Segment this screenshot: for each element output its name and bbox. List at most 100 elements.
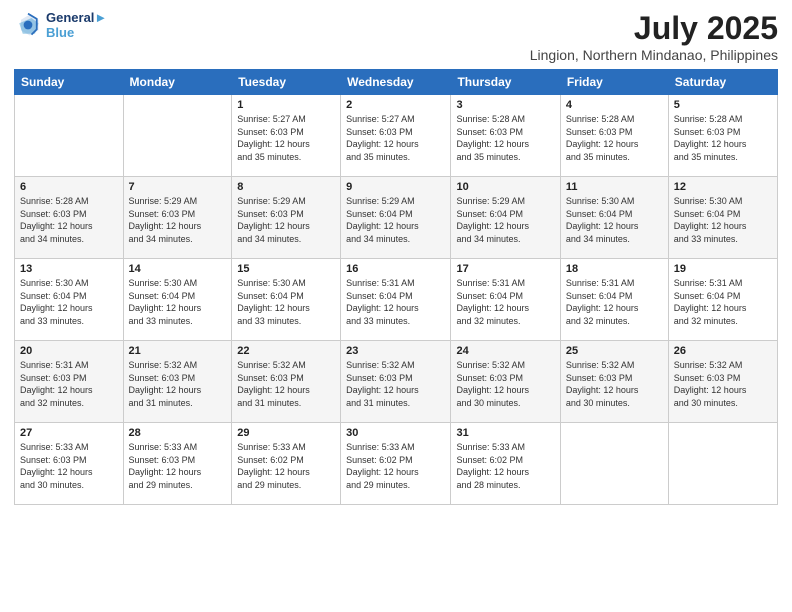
calendar-cell: 3 Sunrise: 5:28 AM Sunset: 6:03 PM Daylig… — [451, 95, 560, 177]
calendar-cell — [123, 95, 232, 177]
day-info: Sunrise: 5:31 AM Sunset: 6:04 PM Dayligh… — [674, 277, 772, 327]
calendar-cell: 31 Sunrise: 5:33 AM Sunset: 6:02 PM Dayli… — [451, 423, 560, 505]
day-number: 24 — [456, 345, 554, 357]
day-info: Sunrise: 5:30 AM Sunset: 6:04 PM Dayligh… — [129, 277, 227, 327]
header: General► Blue July 2025 Lingion, Norther… — [14, 10, 778, 63]
calendar-cell: 6 Sunrise: 5:28 AM Sunset: 6:03 PM Daylig… — [15, 177, 124, 259]
logo-icon — [14, 11, 42, 39]
calendar-cell: 12 Sunrise: 5:30 AM Sunset: 6:04 PM Dayli… — [668, 177, 777, 259]
calendar-header-thursday: Thursday — [451, 70, 560, 95]
calendar-cell: 28Sunrise: 5:33 AM Sunset: 6:03 PM Dayli… — [123, 423, 232, 505]
calendar-header-wednesday: Wednesday — [341, 70, 451, 95]
day-number: 21 — [129, 345, 227, 357]
day-info: Sunrise: 5:32 AM Sunset: 6:03 PM Dayligh… — [566, 359, 663, 409]
day-info: Sunrise: 5:33 AM Sunset: 6:02 PM Dayligh… — [237, 441, 335, 491]
day-number: 4 — [566, 99, 663, 111]
day-number: 31 — [456, 427, 554, 439]
day-number: 23 — [346, 345, 445, 357]
day-number: 12 — [674, 181, 772, 193]
calendar-cell: 26 Sunrise: 5:32 AM Sunset: 6:03 PM Dayli… — [668, 341, 777, 423]
day-number: 26 — [674, 345, 772, 357]
day-info: Sunrise: 5:29 AM Sunset: 6:03 PM Dayligh… — [129, 195, 227, 245]
day-number: 14 — [129, 263, 227, 275]
day-number: 15 — [237, 263, 335, 275]
calendar-cell: 1Sunrise: 5:27 AM Sunset: 6:03 PM Daylig… — [232, 95, 341, 177]
calendar-cell — [15, 95, 124, 177]
day-number: 8 — [237, 181, 335, 193]
calendar-cell: 16Sunrise: 5:31 AM Sunset: 6:04 PM Dayli… — [341, 259, 451, 341]
day-number: 20 — [20, 345, 118, 357]
calendar-cell: 14 Sunrise: 5:30 AM Sunset: 6:04 PM Dayli… — [123, 259, 232, 341]
day-info: Sunrise: 5:30 AM Sunset: 6:04 PM Dayligh… — [20, 277, 118, 327]
calendar-header-monday: Monday — [123, 70, 232, 95]
calendar-cell: 2Sunrise: 5:27 AM Sunset: 6:03 PM Daylig… — [341, 95, 451, 177]
day-info: Sunrise: 5:28 AM Sunset: 6:03 PM Dayligh… — [20, 195, 118, 245]
calendar-cell: 11 Sunrise: 5:30 AM Sunset: 6:04 PM Dayli… — [560, 177, 668, 259]
day-info: Sunrise: 5:29 AM Sunset: 6:04 PM Dayligh… — [456, 195, 554, 245]
day-info: Sunrise: 5:32 AM Sunset: 6:03 PM Dayligh… — [456, 359, 554, 409]
day-info: Sunrise: 5:30 AM Sunset: 6:04 PM Dayligh… — [237, 277, 335, 327]
day-number: 28 — [129, 427, 227, 439]
day-info: Sunrise: 5:33 AM Sunset: 6:02 PM Dayligh… — [456, 441, 554, 491]
calendar-cell: 22 Sunrise: 5:32 AM Sunset: 6:03 PM Dayli… — [232, 341, 341, 423]
day-info: Sunrise: 5:30 AM Sunset: 6:04 PM Dayligh… — [566, 195, 663, 245]
calendar-cell — [668, 423, 777, 505]
calendar-cell: 20 Sunrise: 5:31 AM Sunset: 6:03 PM Dayli… — [15, 341, 124, 423]
subtitle: Lingion, Northern Mindanao, Philippines — [530, 47, 778, 63]
day-number: 9 — [346, 181, 445, 193]
day-info: Sunrise: 5:29 AM Sunset: 6:04 PM Dayligh… — [346, 195, 445, 245]
calendar-cell: 10 Sunrise: 5:29 AM Sunset: 6:04 PM Dayli… — [451, 177, 560, 259]
page: General► Blue July 2025 Lingion, Norther… — [0, 0, 792, 612]
day-info: Sunrise: 5:31 AM Sunset: 6:04 PM Dayligh… — [456, 277, 554, 327]
day-info: Sunrise: 5:31 AM Sunset: 6:04 PM Dayligh… — [346, 277, 445, 327]
calendar-cell: 5Sunrise: 5:28 AM Sunset: 6:03 PM Daylig… — [668, 95, 777, 177]
day-info: Sunrise: 5:32 AM Sunset: 6:03 PM Dayligh… — [129, 359, 227, 409]
day-number: 27 — [20, 427, 118, 439]
day-number: 19 — [674, 263, 772, 275]
day-info: Sunrise: 5:32 AM Sunset: 6:03 PM Dayligh… — [346, 359, 445, 409]
calendar-week-row-5: 27 Sunrise: 5:33 AM Sunset: 6:03 PM Dayli… — [15, 423, 778, 505]
calendar-cell: 7Sunrise: 5:29 AM Sunset: 6:03 PM Daylig… — [123, 177, 232, 259]
calendar-week-row-3: 13 Sunrise: 5:30 AM Sunset: 6:04 PM Dayli… — [15, 259, 778, 341]
day-number: 6 — [20, 181, 118, 193]
calendar-cell: 27 Sunrise: 5:33 AM Sunset: 6:03 PM Dayli… — [15, 423, 124, 505]
calendar-week-row-4: 20 Sunrise: 5:31 AM Sunset: 6:03 PM Dayli… — [15, 341, 778, 423]
calendar-header-tuesday: Tuesday — [232, 70, 341, 95]
day-number: 11 — [566, 181, 663, 193]
day-number: 18 — [566, 263, 663, 275]
calendar-cell: 21 Sunrise: 5:32 AM Sunset: 6:03 PM Dayli… — [123, 341, 232, 423]
day-info: Sunrise: 5:28 AM Sunset: 6:03 PM Dayligh… — [456, 113, 554, 163]
calendar-header-friday: Friday — [560, 70, 668, 95]
day-info: Sunrise: 5:32 AM Sunset: 6:03 PM Dayligh… — [674, 359, 772, 409]
calendar-cell: 18 Sunrise: 5:31 AM Sunset: 6:04 PM Dayli… — [560, 259, 668, 341]
calendar-cell: 29 Sunrise: 5:33 AM Sunset: 6:02 PM Dayli… — [232, 423, 341, 505]
day-info: Sunrise: 5:28 AM Sunset: 6:03 PM Dayligh… — [674, 113, 772, 163]
day-number: 17 — [456, 263, 554, 275]
calendar-header-saturday: Saturday — [668, 70, 777, 95]
calendar-week-row-2: 6 Sunrise: 5:28 AM Sunset: 6:03 PM Daylig… — [15, 177, 778, 259]
calendar-week-row-1: 1Sunrise: 5:27 AM Sunset: 6:03 PM Daylig… — [15, 95, 778, 177]
calendar-cell — [560, 423, 668, 505]
day-info: Sunrise: 5:30 AM Sunset: 6:04 PM Dayligh… — [674, 195, 772, 245]
title-section: July 2025 Lingion, Northern Mindanao, Ph… — [530, 10, 778, 63]
day-number: 29 — [237, 427, 335, 439]
day-info: Sunrise: 5:29 AM Sunset: 6:03 PM Dayligh… — [237, 195, 335, 245]
calendar-cell: 25 Sunrise: 5:32 AM Sunset: 6:03 PM Dayli… — [560, 341, 668, 423]
day-info: Sunrise: 5:31 AM Sunset: 6:04 PM Dayligh… — [566, 277, 663, 327]
day-number: 22 — [237, 345, 335, 357]
day-number: 3 — [456, 99, 554, 111]
day-info: Sunrise: 5:27 AM Sunset: 6:03 PM Dayligh… — [237, 113, 335, 163]
logo: General► Blue — [14, 10, 107, 40]
calendar-cell: 30Sunrise: 5:33 AM Sunset: 6:02 PM Dayli… — [341, 423, 451, 505]
day-number: 10 — [456, 181, 554, 193]
calendar-cell: 23 Sunrise: 5:32 AM Sunset: 6:03 PM Dayli… — [341, 341, 451, 423]
day-number: 13 — [20, 263, 118, 275]
calendar-cell: 24 Sunrise: 5:32 AM Sunset: 6:03 PM Dayli… — [451, 341, 560, 423]
day-number: 25 — [566, 345, 663, 357]
day-info: Sunrise: 5:28 AM Sunset: 6:03 PM Dayligh… — [566, 113, 663, 163]
day-info: Sunrise: 5:33 AM Sunset: 6:03 PM Dayligh… — [20, 441, 118, 491]
calendar-header-row: SundayMondayTuesdayWednesdayThursdayFrid… — [15, 70, 778, 95]
day-info: Sunrise: 5:31 AM Sunset: 6:03 PM Dayligh… — [20, 359, 118, 409]
calendar-cell: 17 Sunrise: 5:31 AM Sunset: 6:04 PM Dayli… — [451, 259, 560, 341]
day-info: Sunrise: 5:32 AM Sunset: 6:03 PM Dayligh… — [237, 359, 335, 409]
